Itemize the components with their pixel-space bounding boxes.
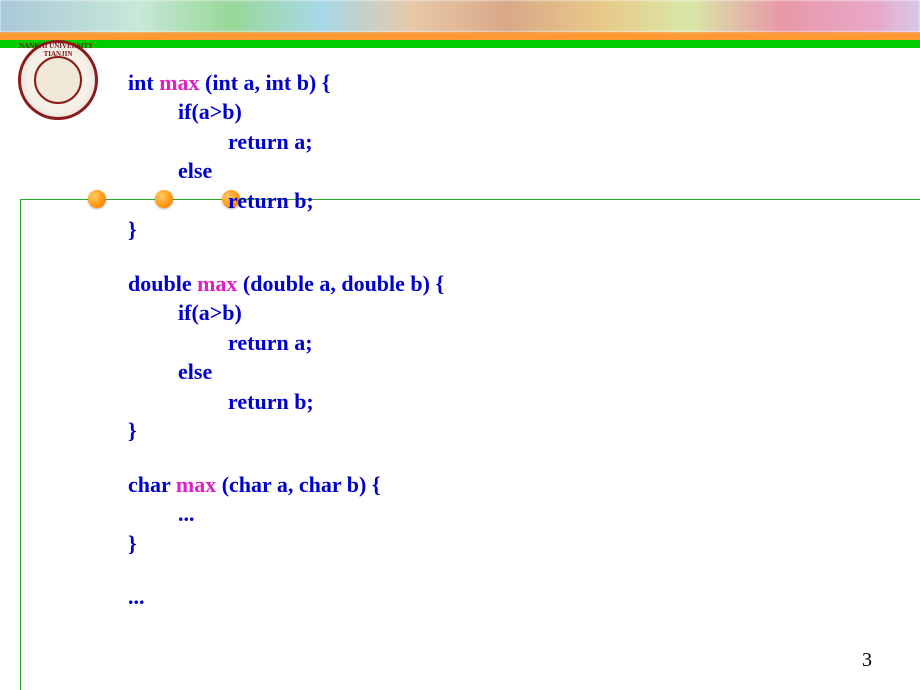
signature-prefix: int — [128, 70, 159, 95]
orange-divider — [0, 32, 920, 40]
return-b: return b; — [128, 186, 444, 215]
function-name: max — [159, 70, 199, 95]
function-name: max — [197, 271, 237, 296]
function-name: max — [176, 472, 216, 497]
close-brace: } — [128, 529, 444, 558]
decorative-bead-icon — [88, 190, 106, 208]
signature-suffix: (double a, double b) { — [237, 271, 444, 296]
signature-suffix: (int a, int b) { — [200, 70, 331, 95]
code-block-double-max: double max (double a, double b) { if(a>b… — [128, 269, 444, 446]
code-block-char-max: char max (char a, char b) { ... } — [128, 470, 444, 558]
return-a: return a; — [128, 328, 444, 357]
vertical-rule — [20, 199, 21, 690]
return-a: return a; — [128, 127, 444, 156]
signature-prefix: double — [128, 271, 197, 296]
university-logo: NANKAI UNIVERSITY · TIANJIN — [18, 40, 98, 120]
signature-suffix: (char a, char b) { — [216, 472, 380, 497]
code-content: int max (int a, int b) { if(a>b) return … — [128, 68, 444, 612]
code-block-int-max: int max (int a, int b) { if(a>b) return … — [128, 68, 444, 245]
page-number: 3 — [862, 649, 872, 672]
close-brace: } — [128, 215, 444, 244]
decorative-header-banner — [0, 0, 920, 32]
green-divider — [0, 40, 920, 48]
signature-prefix: char — [128, 472, 176, 497]
close-brace: } — [128, 416, 444, 445]
logo-ring-text: NANKAI UNIVERSITY · TIANJIN — [18, 42, 98, 122]
return-b: return b; — [128, 387, 444, 416]
ellipsis-line: ... — [128, 499, 444, 528]
if-line: if(a>b) — [128, 298, 444, 327]
trailing-ellipsis: ... — [128, 582, 444, 611]
if-line: if(a>b) — [128, 97, 444, 126]
else-line: else — [128, 156, 444, 185]
else-line: else — [128, 357, 444, 386]
